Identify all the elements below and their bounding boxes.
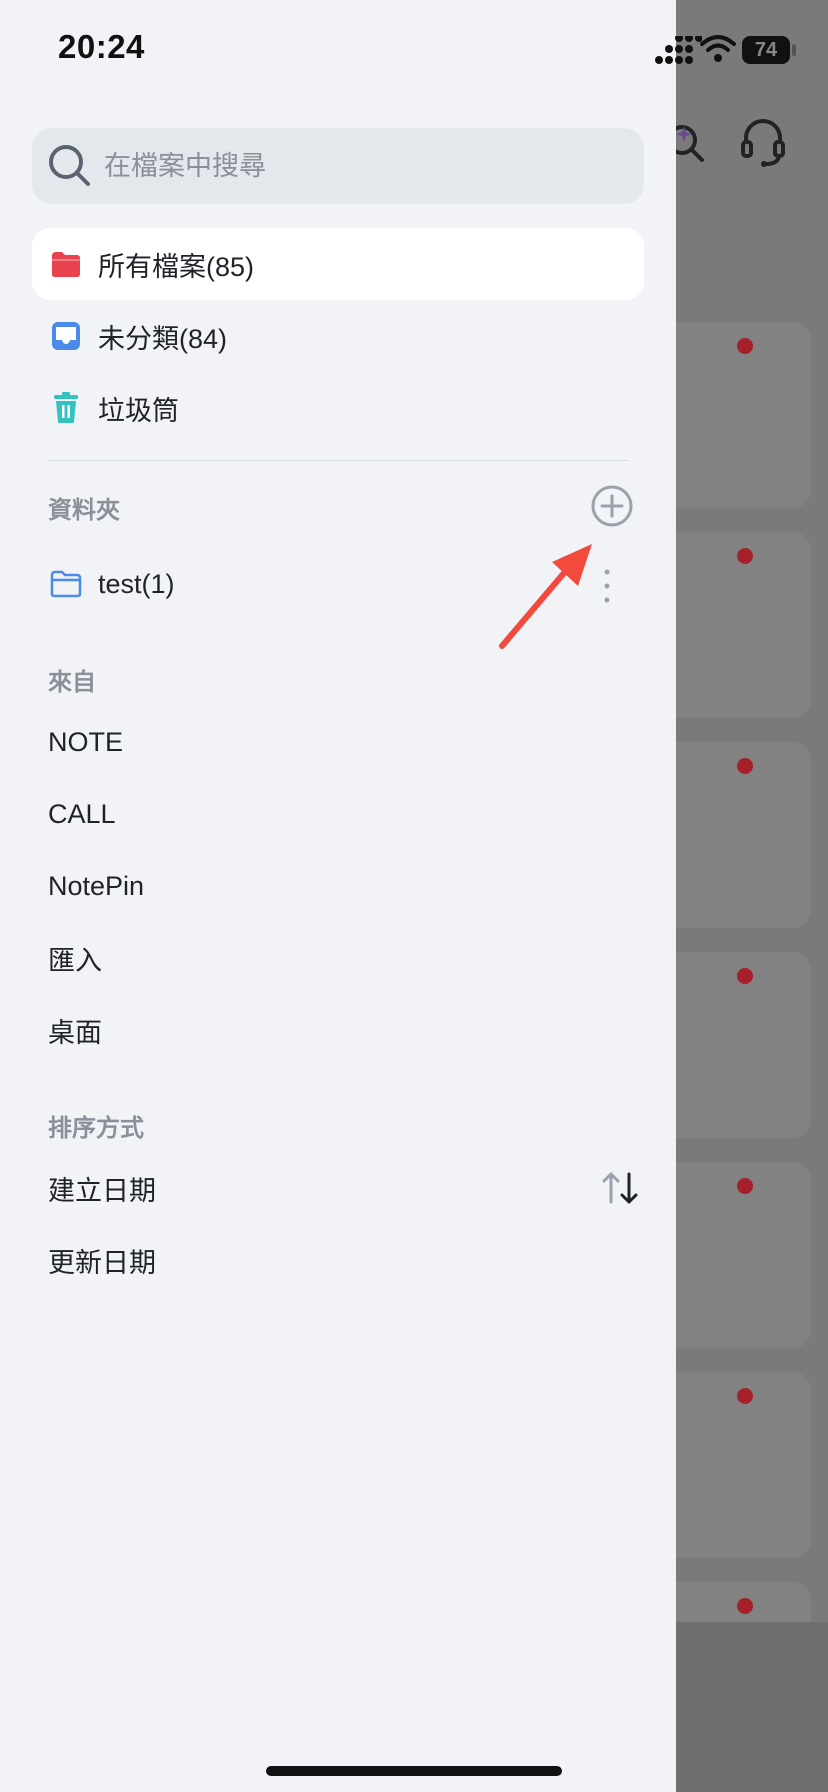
sort-order-icon[interactable] [600,1170,640,1206]
wifi-icon [700,35,736,62]
background-card [676,952,811,1138]
nav-item-trash[interactable]: 垃圾筒 [32,372,644,444]
background-card [676,532,811,718]
nav-item-all-files[interactable]: 所有檔案(85) [32,228,644,300]
folder-item-test[interactable]: test(1) [32,548,644,620]
nav-item-label: 未分類(84) [98,323,228,354]
background-card [676,742,811,928]
status-time: 20:24 [58,28,145,65]
battery-level: 74 [754,38,778,61]
source-item-import[interactable]: 匯入 [48,928,644,988]
search-bar[interactable] [32,128,644,204]
search-input[interactable] [102,149,606,183]
red-folder-icon [50,248,82,280]
unread-dot [737,548,753,564]
sort-section-title: 排序方式 [48,1115,144,1142]
sources-section-title: 來自 [48,669,96,696]
unread-dot [737,1598,753,1614]
background-app-overlay[interactable] [676,0,828,1792]
background-bottom-area [676,1622,828,1792]
unread-dot [737,338,753,354]
ai-search-icon [676,125,704,162]
source-item-call[interactable]: CALL [48,784,644,844]
background-card [676,1372,811,1558]
unread-dot [737,1388,753,1404]
source-item-note[interactable]: NOTE [48,712,644,772]
side-drawer: 20:24 所有檔案(85) 未分類(84) [0,0,702,1792]
nav-item-uncategorized[interactable]: 未分類(84) [32,300,644,372]
folder-item-label: test(1) [98,568,175,599]
trash-icon [50,392,82,424]
nav-item-label: 所有檔案(85) [98,251,255,282]
background-card [676,322,811,508]
background-card [676,1162,811,1348]
folders-section-title: 資料夾 [48,497,120,524]
sort-item-created-date[interactable]: 建立日期 [48,1158,644,1218]
signal-icon [655,36,702,64]
search-icon [49,145,90,186]
battery-cap [792,44,796,56]
headset-icon [741,119,785,167]
unread-dot [737,968,753,984]
source-item-notepin[interactable]: NotePin [48,856,644,916]
add-folder-button[interactable] [590,484,634,528]
source-item-desktop[interactable]: 桌面 [48,1000,644,1060]
unread-dot [737,1178,753,1194]
nav-item-label: 垃圾筒 [98,395,179,426]
home-indicator[interactable] [266,1766,562,1776]
sort-item-updated-date[interactable]: 更新日期 [48,1230,644,1290]
folder-outline-icon [50,568,82,600]
unread-dot [737,758,753,774]
inbox-icon [50,320,82,352]
divider [48,460,628,461]
more-options-icon[interactable] [596,566,618,606]
battery-indicator: 74 [742,36,790,64]
